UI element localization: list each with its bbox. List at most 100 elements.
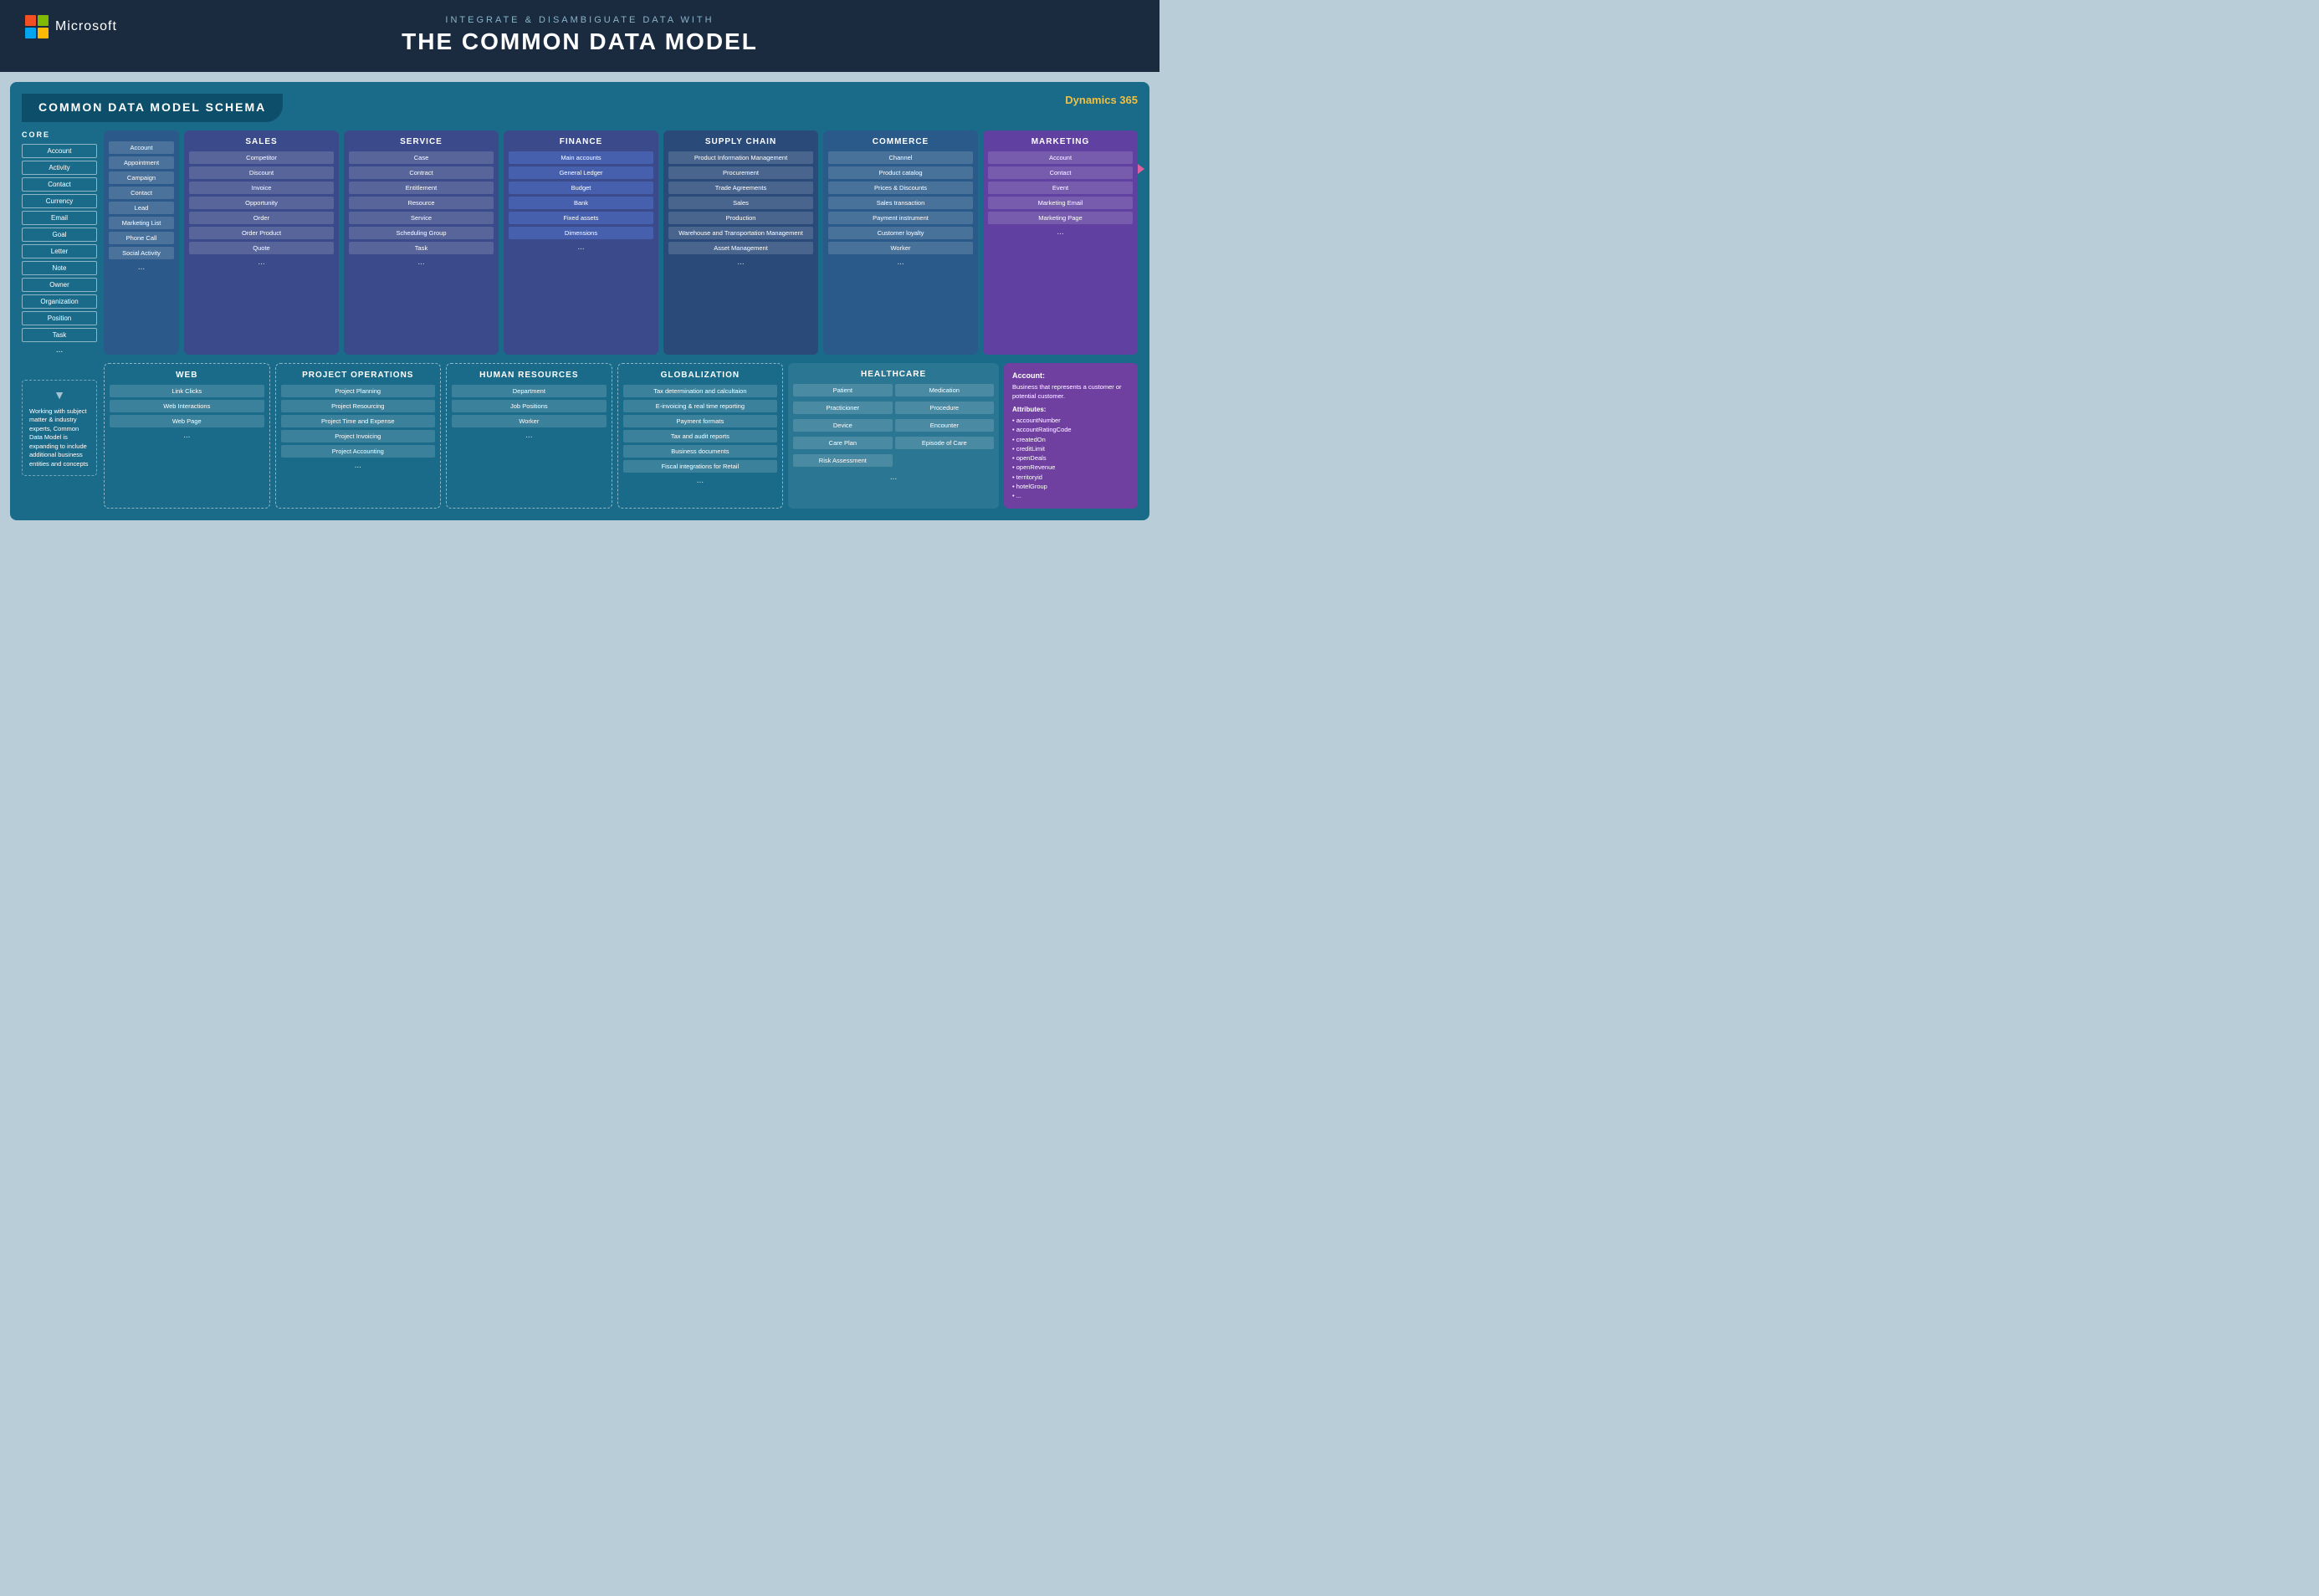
account-attribute: • accountRatingCode <box>1012 425 1129 434</box>
marketing-arrow <box>1138 164 1144 174</box>
supply-chain-title: SUPPLY CHAIN <box>668 137 813 146</box>
list-item: Resource <box>349 197 494 209</box>
list-item: Department <box>452 385 607 397</box>
supply-dots: ... <box>668 258 813 267</box>
project-items: Project PlanningProject ResourcingProjec… <box>281 385 436 458</box>
generic-item: Account <box>109 141 174 154</box>
account-info-desc: Business that represents a customer or p… <box>1012 383 1129 401</box>
hr-col: HUMAN RESOURCES DepartmentJob PositionsW… <box>446 363 612 509</box>
web-dots: ... <box>110 431 264 440</box>
finance-dots: ... <box>509 243 653 252</box>
schema-title: COMMON DATA MODEL SCHEMA <box>38 100 266 114</box>
commerce-items: ChannelProduct catalogPrices & Discounts… <box>828 151 973 254</box>
service-title: SERVICE <box>349 137 494 146</box>
web-items: Link ClicksWeb InteractionsWeb Page <box>110 385 264 427</box>
list-item: Invoice <box>189 182 334 194</box>
account-attribute: • openDeals <box>1012 453 1129 463</box>
list-item: Job Positions <box>452 400 607 412</box>
web-col: WEB Link ClicksWeb InteractionsWeb Page … <box>104 363 270 509</box>
account-attribute: • territoryid <box>1012 473 1129 482</box>
account-attribute: • openRevenue <box>1012 463 1129 472</box>
core-column: CORE Account Activity Contact Currency Email… <box>22 130 97 355</box>
list-item: Bank <box>509 197 653 209</box>
list-item: Worker <box>828 242 973 254</box>
list-item: Dimensions <box>509 227 653 239</box>
list-item: Sales transaction <box>828 197 973 209</box>
supply-items: Product Information ManagementProcuremen… <box>668 151 813 254</box>
list-item: Project Planning <box>281 385 436 397</box>
list-item: Contract <box>349 166 494 179</box>
globalization-items: Tax determination and calcultaionE-invoi… <box>623 385 778 473</box>
generic-item: Campaign <box>109 171 174 184</box>
list-item: Scheduling Group <box>349 227 494 239</box>
list-item: Case <box>349 151 494 164</box>
account-attribute: • hotelGroup <box>1012 482 1129 491</box>
top-columns: Account Appointment Campaign Contact Lead Mar… <box>104 130 1138 355</box>
healthcare-item: Episode of Care <box>895 437 994 449</box>
core-item: Account <box>22 144 97 158</box>
list-item: Order Product <box>189 227 334 239</box>
list-item: Event <box>988 182 1133 194</box>
list-item: Procurement <box>668 166 813 179</box>
core-item: Task <box>22 328 97 342</box>
supply-chain-col: SUPPLY CHAIN Product Information Managem… <box>663 130 818 355</box>
core-label: CORE <box>22 130 97 139</box>
top-section: CORE Account Activity Contact Currency Email… <box>22 130 1138 355</box>
list-item: Project Time and Expense <box>281 415 436 427</box>
generic-item: Lead <box>109 202 174 214</box>
list-item: Fixed assets <box>509 212 653 224</box>
list-item: Main accounts <box>509 151 653 164</box>
list-item: Account <box>988 151 1133 164</box>
healthcare-col: HEALTHCARE PatientMedicationPracticioner… <box>788 363 999 509</box>
healthcare-item: Medication <box>895 384 994 396</box>
logo-red <box>25 15 36 26</box>
marketing-items: AccountContactEventMarketing EmailMarket… <box>988 151 1133 224</box>
core-item: Owner <box>22 278 97 292</box>
hr-dots: ... <box>452 431 607 440</box>
list-item: Task <box>349 242 494 254</box>
logo-green <box>38 15 49 26</box>
core-item: Note <box>22 261 97 275</box>
generic-item: Contact <box>109 187 174 199</box>
account-attribute: • createdOn <box>1012 435 1129 444</box>
globalization-dots: ... <box>623 476 778 485</box>
logo-yellow <box>38 28 49 38</box>
finance-col: FINANCE Main accountsGeneral LedgerBudge… <box>504 130 658 355</box>
list-item: Budget <box>509 182 653 194</box>
project-ops-col: PROJECT OPERATIONS Project PlanningProje… <box>275 363 442 509</box>
project-ops-title: PROJECT OPERATIONS <box>281 371 436 380</box>
core-item: Activity <box>22 161 97 175</box>
service-col: SERVICE CaseContractEntitlementResourceS… <box>344 130 499 355</box>
list-item: Payment instrument <box>828 212 973 224</box>
healthcare-grid: PatientMedicationPracticionerProcedureDe… <box>793 384 994 469</box>
core-item: Letter <box>22 244 97 258</box>
generic-item: Appointment <box>109 156 174 169</box>
project-dots: ... <box>281 461 436 470</box>
marketing-title: MARKETING <box>988 137 1133 146</box>
account-attrs-title: Attributes: <box>1012 406 1129 413</box>
list-item: Competitor <box>189 151 334 164</box>
bottom-columns: WEB Link ClicksWeb InteractionsWeb Page … <box>104 363 1138 509</box>
healthcare-item: Encounter <box>895 419 994 432</box>
core-item: Email <box>22 211 97 225</box>
sales-col: SALES CompetitorDiscountInvoiceOpportuni… <box>184 130 339 355</box>
core-item: Contact <box>22 177 97 192</box>
core-item: Currency <box>22 194 97 208</box>
core-items: Account Activity Contact Currency Email Goal L… <box>22 144 97 342</box>
healthcare-item: Care Plan <box>793 437 892 449</box>
commerce-col: COMMERCE ChannelProduct catalogPrices & … <box>823 130 978 355</box>
list-item: Opportunity <box>189 197 334 209</box>
marketing-col: MARKETING Account Contact Event Marketing E… <box>983 130 1138 355</box>
commerce-title: COMMERCE <box>828 137 973 146</box>
header-subtitle: INTEGRATE & DISAMBIGUATE DATA WITH <box>445 15 714 25</box>
healthcare-title: HEALTHCARE <box>793 370 994 379</box>
finance-items: Main accountsGeneral LedgerBudgetBankFix… <box>509 151 653 239</box>
list-item: Marketing Email <box>988 197 1133 209</box>
list-item: Contact <box>988 166 1133 179</box>
core-item: Goal <box>22 228 97 242</box>
generic-item: Social Activity <box>109 247 174 259</box>
microsoft-logo-grid <box>25 15 49 38</box>
account-attribute: • ... <box>1012 491 1129 500</box>
list-item: Tax and audit reports <box>623 430 778 442</box>
hr-title: HUMAN RESOURCES <box>452 371 607 380</box>
